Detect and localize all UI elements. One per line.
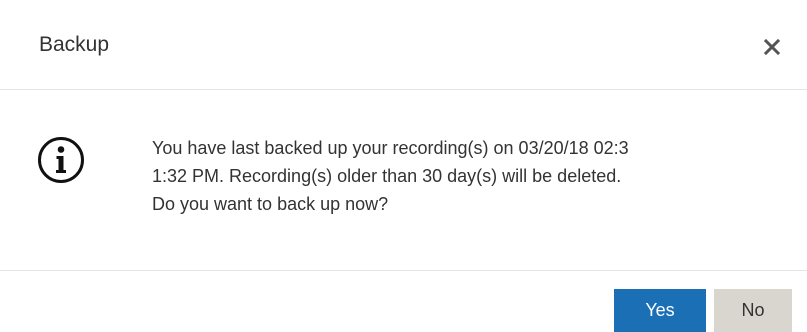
dialog-title: Backup bbox=[39, 33, 110, 56]
yes-button[interactable]: Yes bbox=[614, 289, 706, 332]
message-line: Do you want to back up now? bbox=[152, 194, 389, 214]
info-circle-icon bbox=[37, 136, 85, 184]
dialog-footer: Yes No bbox=[0, 271, 807, 332]
dialog-header: Backup bbox=[0, 0, 807, 90]
dialog-body: You have last backed up your recording(s… bbox=[0, 90, 807, 271]
backup-dialog: Backup You have last backed up your reco… bbox=[0, 0, 807, 332]
message-line: 1:32 PM. Recording(s) older than 30 day(… bbox=[152, 166, 622, 186]
no-button[interactable]: No bbox=[714, 289, 792, 332]
dialog-message: You have last backed up your recording(s… bbox=[152, 134, 772, 218]
message-line: You have last backed up your recording(s… bbox=[152, 138, 629, 158]
close-icon[interactable] bbox=[762, 37, 782, 57]
